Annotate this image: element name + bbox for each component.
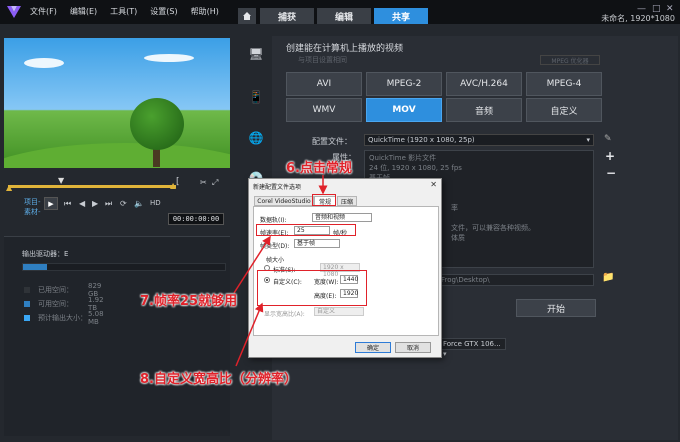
profile-label: 配置文件： bbox=[312, 137, 352, 146]
title-bar: 文件(F) 编辑(E) 工具(T) 设置(S) 帮助(H) 捕获 编辑 共享 —… bbox=[0, 0, 680, 24]
annotation-step6: 6.点击常规 bbox=[286, 161, 352, 176]
mark-in-icon[interactable]: ▲ bbox=[6, 183, 12, 192]
format-mpeg4-button[interactable]: MPEG-4 bbox=[526, 72, 602, 96]
format-audio-button[interactable]: 音频 bbox=[446, 98, 522, 122]
play-button[interactable]: ▶ bbox=[44, 197, 58, 210]
annotation-step7: 7.帧率25就够用 bbox=[140, 294, 238, 309]
tab-compression[interactable]: 压缩 bbox=[337, 196, 357, 206]
legend-free-label: 可用空间： bbox=[38, 300, 73, 308]
menu-edit[interactable]: 编辑(E) bbox=[70, 6, 97, 17]
start-button[interactable]: 开始 bbox=[516, 299, 596, 317]
format-mov-button[interactable]: MOV bbox=[366, 98, 442, 122]
format-mpeg2-button[interactable]: MPEG-2 bbox=[366, 72, 442, 96]
gpu-value: Force GTX 106... bbox=[443, 340, 501, 348]
add-profile-icon[interactable]: + bbox=[605, 149, 615, 163]
data-track-select[interactable]: 音频和视频 bbox=[312, 213, 372, 222]
dialog-title: 新建配置文件选项 bbox=[253, 184, 302, 191]
drive-label: 输出驱动器：E bbox=[22, 250, 69, 258]
legend-estimated-value: 5.08 MB bbox=[88, 310, 104, 326]
split-icon[interactable]: ✂ bbox=[200, 178, 207, 187]
preview-window bbox=[4, 38, 230, 168]
new-profile-dialog: 新建配置文件选项 ✕ Corel VideoStudio 常规 压缩 数据轨(I… bbox=[248, 178, 442, 358]
drive-usage-fill bbox=[23, 264, 48, 270]
menu-file[interactable]: 文件(F) bbox=[30, 6, 57, 17]
data-track-label: 数据轨(I): bbox=[260, 217, 287, 224]
legend-used-label: 已用空间： bbox=[38, 286, 73, 294]
edit-profile-icon[interactable]: ✎ bbox=[604, 134, 612, 144]
hd-toggle[interactable]: HD bbox=[150, 199, 161, 207]
app-window: 文件(F) 编辑(E) 工具(T) 设置(S) 帮助(H) 捕获 编辑 共享 —… bbox=[0, 0, 680, 442]
home-icon bbox=[243, 12, 251, 20]
frame-type-select[interactable]: 基于帧 bbox=[294, 239, 340, 248]
repeat-icon[interactable]: ⟳ bbox=[120, 199, 127, 208]
ok-button[interactable]: 确定 bbox=[355, 342, 391, 353]
home-start-icon[interactable]: ⏮ bbox=[64, 199, 71, 209]
aspect-select[interactable]: 自定义 bbox=[314, 307, 364, 316]
remove-profile-icon[interactable]: − bbox=[606, 166, 616, 180]
project-mode-label[interactable]: 项目- bbox=[24, 197, 41, 207]
end-icon[interactable]: ⏭ bbox=[105, 199, 112, 209]
tab-corel[interactable]: Corel VideoStudio bbox=[254, 196, 314, 206]
next-frame-icon[interactable]: ▶ bbox=[92, 199, 98, 208]
mark-bracket-icon[interactable]: [ bbox=[176, 177, 180, 187]
frame-type-label: 帧类型(D): bbox=[260, 243, 290, 250]
output-panel: 输出驱动器：E 已用空间： 829 GB 可用空间： 1.92 TB 预计输出大… bbox=[4, 236, 230, 436]
computer-icon[interactable]: 🖥 bbox=[248, 46, 264, 62]
format-custom-button[interactable]: 自定义 bbox=[526, 98, 602, 122]
scrubber-knob-icon[interactable]: ▼ bbox=[58, 176, 64, 185]
menu-help[interactable]: 帮助(H) bbox=[191, 6, 219, 17]
legend-estimated: 预计输出大小： 5.08 MB bbox=[24, 310, 104, 326]
format-avc-button[interactable]: AVC/H.264 bbox=[446, 72, 522, 96]
same-as-project-option[interactable]: 与项目设置相同 bbox=[298, 55, 347, 65]
zoom-icon[interactable]: ⤢ bbox=[212, 178, 218, 188]
menu-bar: 文件(F) 编辑(E) 工具(T) 设置(S) 帮助(H) bbox=[30, 6, 232, 17]
share-title: 创建能在计算机上播放的视频 bbox=[286, 44, 404, 54]
aspect-label: 显示宽高比(A): bbox=[264, 311, 305, 318]
trim-bar[interactable] bbox=[8, 185, 176, 188]
profile-value: QuickTime (1920 x 1080, 25p) bbox=[368, 136, 475, 144]
web-icon[interactable]: 🌐 bbox=[248, 130, 264, 146]
dialog-close-icon[interactable]: ✕ bbox=[430, 180, 437, 189]
highlight-custom-size bbox=[257, 270, 367, 306]
clip-mode-label[interactable]: 素材- bbox=[24, 207, 41, 217]
tab-capture[interactable]: 捕获 bbox=[260, 8, 314, 24]
format-avi-button[interactable]: AVI bbox=[286, 72, 362, 96]
annotation-step8: 8.自定义宽高比（分辨率） bbox=[140, 372, 297, 387]
props-line: QuickTime 影片文件 bbox=[369, 154, 437, 162]
app-logo-icon bbox=[7, 6, 21, 18]
legend-estimated-label: 预计输出大小： bbox=[38, 314, 87, 322]
project-name: 未命名, 1920*1080 bbox=[601, 14, 675, 23]
tab-edit[interactable]: 编辑 bbox=[317, 8, 371, 24]
cancel-button[interactable]: 取消 bbox=[395, 342, 431, 353]
frame-size-label: 帧大小 bbox=[266, 257, 285, 264]
prev-frame-icon[interactable]: ◀ bbox=[79, 199, 85, 208]
chevron-down-icon: ▾ bbox=[586, 136, 590, 144]
menu-settings[interactable]: 设置(S) bbox=[150, 6, 177, 17]
timecode-display[interactable]: 00:00:00:00 bbox=[168, 213, 224, 225]
home-tab[interactable] bbox=[238, 8, 256, 24]
mpeg-optimizer-button[interactable]: MPEG 优化器 bbox=[540, 55, 600, 65]
volume-icon[interactable]: 🔈 bbox=[134, 199, 144, 208]
drive-usage-bar bbox=[22, 263, 226, 271]
gpu-select[interactable]: Force GTX 106... ▾ bbox=[440, 338, 506, 358]
device-icon[interactable]: 📱 bbox=[248, 89, 264, 105]
legend-used: 已用空间： 829 GB bbox=[24, 282, 101, 298]
highlight-general-tab bbox=[312, 194, 336, 206]
props-line: 24 位, 1920 x 1080, 25 fps bbox=[369, 164, 462, 172]
folder-icon[interactable]: 📁 bbox=[602, 272, 614, 283]
profile-select[interactable]: QuickTime (1920 x 1080, 25p) ▾ bbox=[364, 134, 594, 146]
highlight-frame-rate bbox=[256, 224, 356, 236]
tab-share[interactable]: 共享 bbox=[374, 8, 428, 24]
legend-free: 可用空间： 1.92 TB bbox=[24, 296, 104, 312]
format-wmv-button[interactable]: WMV bbox=[286, 98, 362, 122]
menu-tools[interactable]: 工具(T) bbox=[110, 6, 137, 17]
